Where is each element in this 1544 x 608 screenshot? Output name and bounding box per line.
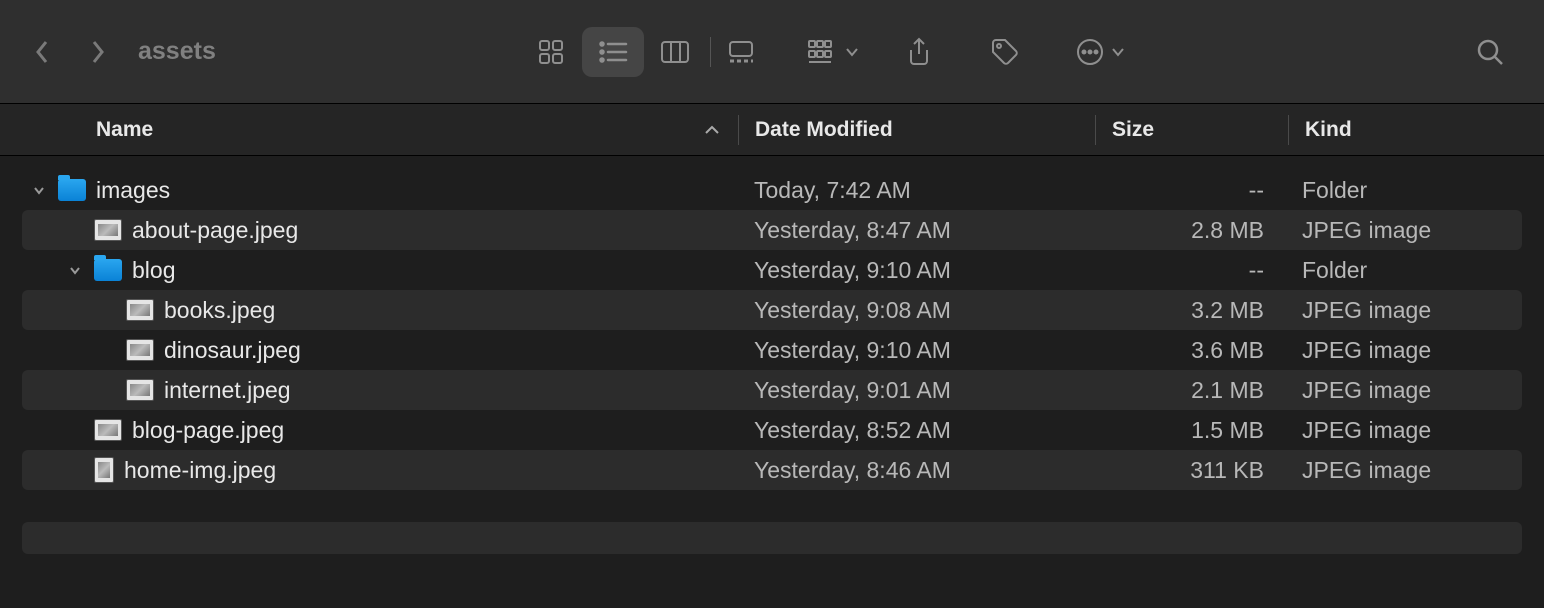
sort-ascending-icon xyxy=(704,118,720,142)
image-thumbnail-icon xyxy=(126,299,154,321)
file-size: -- xyxy=(1094,177,1286,204)
folder-icon xyxy=(94,259,122,281)
view-list-button[interactable] xyxy=(582,27,644,77)
file-kind: JPEG image xyxy=(1286,217,1522,244)
column-header-kind[interactable]: Kind xyxy=(1289,118,1544,142)
file-date: Yesterday, 8:47 AM xyxy=(738,217,1094,244)
file-name: home-img.jpeg xyxy=(124,457,276,484)
footer-bar xyxy=(22,522,1522,554)
file-size: 311 KB xyxy=(1094,457,1286,484)
disclosure-triangle[interactable] xyxy=(66,261,84,279)
file-row[interactable]: dinosaur.jpeg Yesterday, 9:10 AM3.6 MBJPE… xyxy=(22,330,1522,370)
image-thumbnail-icon xyxy=(126,379,154,401)
file-row[interactable]: books.jpeg Yesterday, 9:08 AM3.2 MBJPEG i… xyxy=(22,290,1522,330)
toolbar: assets xyxy=(0,0,1544,104)
file-size: 3.6 MB xyxy=(1094,337,1286,364)
file-name: books.jpeg xyxy=(164,297,275,324)
view-switcher xyxy=(520,27,767,77)
file-name: about-page.jpeg xyxy=(132,217,298,244)
column-header-size[interactable]: Size xyxy=(1096,118,1288,142)
image-thumbnail-icon xyxy=(94,457,114,483)
file-date: Yesterday, 8:52 AM xyxy=(738,417,1094,444)
actions-menu-button[interactable] xyxy=(1065,27,1135,77)
search-button[interactable] xyxy=(1464,27,1516,77)
forward-button[interactable] xyxy=(84,38,112,66)
file-date: Yesterday, 9:10 AM xyxy=(738,257,1094,284)
file-date: Yesterday, 9:01 AM xyxy=(738,377,1094,404)
file-name: internet.jpeg xyxy=(164,377,291,404)
nav-group xyxy=(28,38,112,66)
file-name: blog-page.jpeg xyxy=(132,417,284,444)
file-date: Today, 7:42 AM xyxy=(738,177,1094,204)
file-kind: JPEG image xyxy=(1286,337,1522,364)
image-thumbnail-icon xyxy=(126,339,154,361)
file-size: 2.1 MB xyxy=(1094,377,1286,404)
file-kind: JPEG image xyxy=(1286,457,1522,484)
back-button[interactable] xyxy=(28,38,56,66)
folder-icon xyxy=(58,179,86,201)
file-row[interactable]: about-page.jpeg Yesterday, 8:47 AM2.8 MBJ… xyxy=(22,210,1522,250)
file-kind: JPEG image xyxy=(1286,417,1522,444)
share-button[interactable] xyxy=(893,27,945,77)
column-label: Name xyxy=(96,118,153,142)
file-list: imagesToday, 7:42 AM--Folderabout-page.j… xyxy=(0,156,1544,490)
view-columns-button[interactable] xyxy=(644,27,706,77)
image-thumbnail-icon xyxy=(94,219,122,241)
file-row[interactable]: internet.jpeg Yesterday, 9:01 AM2.1 MBJPE… xyxy=(22,370,1522,410)
file-row[interactable]: home-img.jpeg Yesterday, 8:46 AM311 KBJPE… xyxy=(22,450,1522,490)
view-gallery-button[interactable] xyxy=(715,27,767,77)
column-header-name[interactable]: Name xyxy=(0,118,738,142)
image-thumbnail-icon xyxy=(94,419,122,441)
chevron-down-icon xyxy=(845,47,859,57)
tags-button[interactable] xyxy=(979,27,1031,77)
file-row[interactable]: blog Yesterday, 9:10 AM--Folder xyxy=(22,250,1522,290)
file-date: Yesterday, 8:46 AM xyxy=(738,457,1094,484)
file-kind: JPEG image xyxy=(1286,377,1522,404)
file-kind: Folder xyxy=(1286,257,1522,284)
file-row[interactable]: blog-page.jpeg Yesterday, 8:52 AM1.5 MBJP… xyxy=(22,410,1522,450)
finder-window: assets xyxy=(0,0,1544,608)
chevron-down-icon xyxy=(1111,47,1125,57)
file-date: Yesterday, 9:10 AM xyxy=(738,337,1094,364)
file-size: 1.5 MB xyxy=(1094,417,1286,444)
disclosure-triangle[interactable] xyxy=(30,181,48,199)
file-name: images xyxy=(96,177,170,204)
file-size: 2.8 MB xyxy=(1094,217,1286,244)
column-header-row: Name Date Modified Size Kind xyxy=(0,104,1544,156)
file-size: -- xyxy=(1094,257,1286,284)
view-icons-button[interactable] xyxy=(520,27,582,77)
column-header-date[interactable]: Date Modified xyxy=(739,118,1095,142)
toolbar-divider xyxy=(710,37,711,67)
window-title: assets xyxy=(138,37,216,66)
file-date: Yesterday, 9:08 AM xyxy=(738,297,1094,324)
file-name: dinosaur.jpeg xyxy=(164,337,301,364)
file-name: blog xyxy=(132,257,175,284)
column-label: Kind xyxy=(1305,118,1352,142)
column-label: Date Modified xyxy=(755,118,893,142)
file-kind: JPEG image xyxy=(1286,297,1522,324)
column-label: Size xyxy=(1112,118,1154,142)
file-row[interactable]: images Today, 7:42 AM--Folder xyxy=(22,170,1522,210)
group-by-button[interactable] xyxy=(807,39,859,65)
file-size: 3.2 MB xyxy=(1094,297,1286,324)
file-kind: Folder xyxy=(1286,177,1522,204)
